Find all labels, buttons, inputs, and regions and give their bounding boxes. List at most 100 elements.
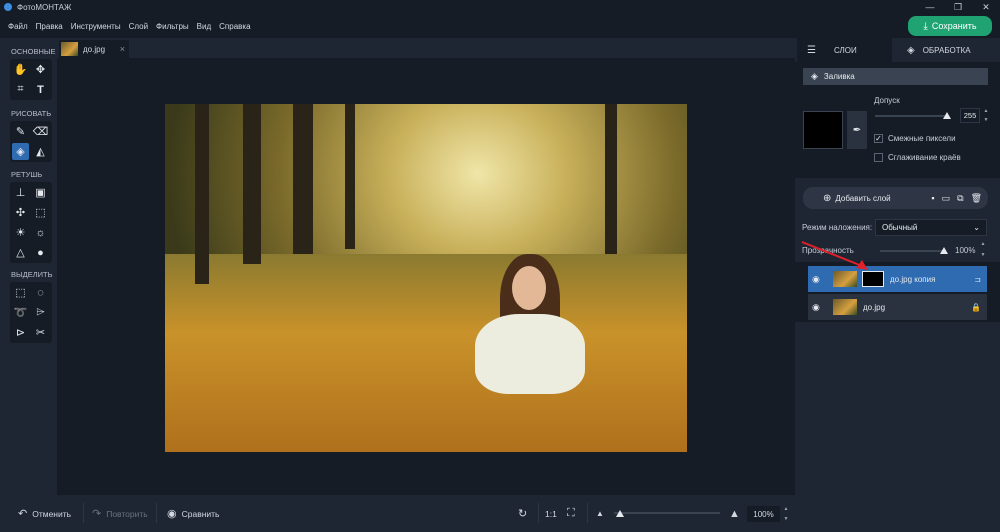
dodge-icon[interactable]: ☀ <box>12 224 29 241</box>
canvas-area[interactable] <box>57 58 795 495</box>
chevron-up-icon[interactable]: ▲ <box>981 241 986 247</box>
redo-label: Повторить <box>106 508 148 519</box>
chevron-down-icon[interactable]: ▼ <box>984 117 989 123</box>
drop-icon[interactable]: ● <box>32 244 49 261</box>
document-tab[interactable]: до.jpg × <box>59 40 129 58</box>
fill-header: ◈ Заливка <box>803 68 988 85</box>
maximize-button[interactable]: ❐ <box>944 0 972 14</box>
minimize-button[interactable]: — <box>916 0 944 14</box>
opacity-value[interactable]: 100% <box>955 246 975 255</box>
undo-label: Отменить <box>32 508 72 519</box>
opacity-slider-handle[interactable] <box>940 247 948 254</box>
rotate-button[interactable]: ↻ <box>518 495 532 532</box>
rect-select-icon[interactable]: ⬚ <box>12 284 29 301</box>
fill-bucket-icon[interactable]: ◈ <box>12 143 29 160</box>
tab-processing-label: ОБРАБОТКА <box>922 45 971 55</box>
magnetic-lasso-icon[interactable]: ⊳ <box>12 324 29 341</box>
crop-icon[interactable]: ⌗ <box>12 81 29 98</box>
chevron-up-icon[interactable]: ▲ <box>984 108 989 114</box>
photo-subject-face <box>512 266 546 310</box>
duplicate-icon[interactable]: ⧉ <box>957 193 963 204</box>
tolerance-value-field[interactable]: 255 <box>960 108 980 123</box>
eye-icon[interactable]: ◉ <box>812 274 830 285</box>
undo-button[interactable]: ↶ Отменить <box>18 495 71 532</box>
tolerance-slider[interactable] <box>875 115 947 117</box>
tab-layers[interactable]: ☰ СЛОИ <box>797 38 892 62</box>
trash-icon[interactable]: 🗑 <box>971 193 982 204</box>
layer-name: до.jpg <box>863 302 886 312</box>
photo-tree <box>605 104 617 254</box>
undo-icon: ↶ <box>18 508 28 520</box>
chevron-down-icon[interactable]: ▼ <box>981 252 986 258</box>
opacity-stepper[interactable]: ▲ ▼ <box>979 241 987 258</box>
menu-filters[interactable]: Фильтры <box>152 22 193 31</box>
zoom-slider-handle[interactable] <box>616 510 625 517</box>
polygon-lasso-icon[interactable]: ⌲ <box>32 304 49 321</box>
close-window-button[interactable]: ✕ <box>972 0 1000 14</box>
mask-icon[interactable]: ▪ <box>931 193 934 203</box>
sharpen-icon[interactable]: △ <box>12 244 29 261</box>
burn-icon[interactable]: ☼ <box>32 224 49 241</box>
rotate-icon: ↻ <box>518 508 528 520</box>
contiguous-checkbox[interactable]: ✓ <box>874 134 883 143</box>
add-layer-bar: ⊕ Добавить слой ▪ ▭ ⧉ 🗑 <box>803 187 988 209</box>
chevron-down-icon: ⌄ <box>973 223 980 232</box>
opacity-slider[interactable] <box>880 250 944 252</box>
brush-icon[interactable]: ✎ <box>12 123 29 140</box>
folder-icon[interactable]: ▭ <box>942 193 951 204</box>
close-tab-icon[interactable]: × <box>120 44 125 54</box>
eyedropper-button[interactable]: ✒ <box>847 111 867 149</box>
text-icon[interactable]: T <box>32 81 49 98</box>
chevron-up-icon[interactable]: ▲ <box>784 506 789 512</box>
menu-edit[interactable]: Правка <box>32 22 67 31</box>
lasso-icon[interactable]: ➰ <box>12 304 29 321</box>
document-tab-name: до.jpg <box>83 44 106 54</box>
compare-button[interactable]: ◉ Сравнить <box>167 495 219 532</box>
tab-processing[interactable]: ◈ ОБРАБОТКА <box>897 38 997 62</box>
fill-color-swatch[interactable] <box>803 111 843 149</box>
add-layer-button[interactable]: Добавить слой <box>835 194 890 203</box>
fit-screen-button[interactable]: ⛶ <box>567 495 580 532</box>
zoom-value-field[interactable]: 100% <box>747 506 780 522</box>
antialias-checkbox[interactable] <box>874 153 883 162</box>
healing-icon[interactable]: ✣ <box>12 204 29 221</box>
layer-row[interactable]: ◉ до.jpg копия ⊐ <box>808 266 987 292</box>
save-button[interactable]: ⤓ Сохранить <box>908 16 992 36</box>
stamp-icon[interactable]: ⊥ <box>12 184 29 201</box>
lock-icon[interactable]: 🔒 <box>971 303 981 312</box>
move-icon[interactable]: ✥ <box>32 61 49 78</box>
tolerance-slider-handle[interactable] <box>943 112 951 119</box>
layer-row[interactable]: ◉ до.jpg 🔒 <box>808 294 987 320</box>
chevron-down-icon[interactable]: ▼ <box>784 516 789 522</box>
blur-icon[interactable]: ⬚ <box>32 204 49 221</box>
blend-mode-select[interactable]: Обычный ⌄ <box>875 219 987 236</box>
zoom-slider[interactable] <box>614 512 720 514</box>
tolerance-label: Допуск <box>874 96 900 105</box>
shapes-icon[interactable]: ◭ <box>32 143 49 160</box>
toolbox-group-select: ⬚ ◌ ➰ ⌲ ⊳ ✂ <box>10 282 52 343</box>
toolbox-group-label: РЕТУШЬ <box>11 170 43 179</box>
menu-file[interactable]: Файл <box>4 22 32 31</box>
menu-help[interactable]: Справка <box>215 22 254 31</box>
eraser-icon[interactable]: ⌫ <box>32 123 49 140</box>
compare-label: Сравнить <box>181 508 220 519</box>
menu-layer[interactable]: Слой <box>125 22 152 31</box>
fill-bucket-icon: ◈ <box>811 71 818 81</box>
patch-icon[interactable]: ▣ <box>32 184 49 201</box>
ellipse-select-icon[interactable]: ◌ <box>32 284 49 301</box>
zoom-out-button[interactable]: ▲ <box>596 495 604 532</box>
menu-view[interactable]: Вид <box>193 22 215 31</box>
tolerance-stepper[interactable]: ▲ ▼ <box>982 108 990 123</box>
magic-wand-icon[interactable]: ✂ <box>32 324 49 341</box>
redo-button[interactable]: ↷ Повторить <box>92 495 148 532</box>
zoom-stepper[interactable]: ▲ ▼ <box>782 506 790 522</box>
menu-tools[interactable]: Инструменты <box>67 22 125 31</box>
photo-canvas[interactable] <box>165 104 687 452</box>
layer-mask-thumbnail[interactable] <box>862 271 884 287</box>
photo-ground <box>165 254 687 452</box>
hand-icon[interactable]: ✋ <box>12 61 29 78</box>
actual-size-button[interactable]: 1:1 <box>545 495 557 532</box>
zoom-in-button[interactable]: ▲ <box>729 495 740 532</box>
unlock-icon[interactable]: ⊐ <box>974 275 981 284</box>
eye-icon[interactable]: ◉ <box>812 302 830 313</box>
